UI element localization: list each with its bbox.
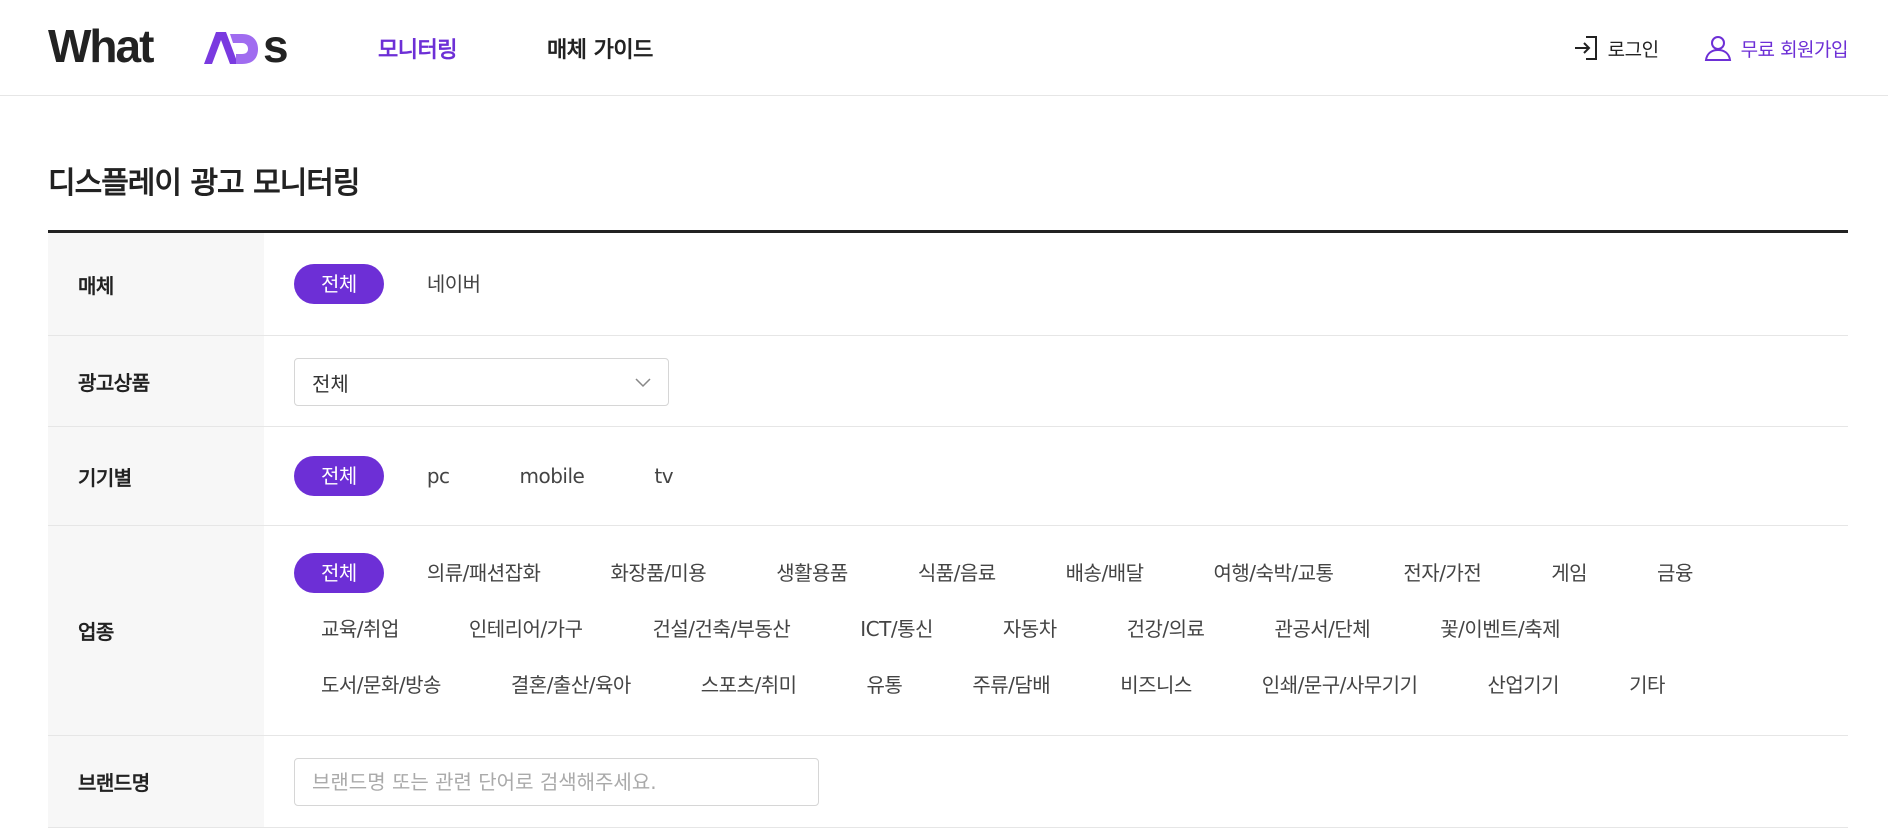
login-link[interactable]: 로그인: [1572, 34, 1659, 62]
industry-chip[interactable]: 산업기기: [1460, 665, 1586, 705]
main-nav: 모니터링 매체 가이드: [378, 0, 653, 96]
filter-label-device: 기기별: [48, 427, 264, 525]
industry-chip[interactable]: 화장품/미용: [583, 553, 733, 593]
nav-media-guide[interactable]: 매체 가이드: [547, 32, 653, 64]
industry-chip[interactable]: 생활용품: [749, 553, 875, 593]
media-chip-all[interactable]: 전체: [294, 264, 384, 304]
user-icon: [1704, 36, 1731, 61]
login-icon: [1574, 36, 1597, 60]
industry-chip[interactable]: 스포츠/취미: [674, 665, 824, 705]
filter-label-industry: 업종: [48, 526, 264, 735]
industry-line-3: 도서/문화/방송 결혼/출산/육아 스포츠/취미 유통 주류/담배 비즈니스 인쇄/문구/사…: [294, 665, 1848, 705]
industry-chip[interactable]: 인쇄/문구/사무기기: [1235, 665, 1445, 705]
filter-row-media: 매체 전체 네이버: [48, 233, 1848, 336]
filter-table: 매체 전체 네이버 광고상품 전체 기기별 전체 pc mobile tv 업종…: [48, 230, 1848, 828]
industry-chip[interactable]: 금융: [1630, 553, 1720, 593]
svg-text:s: s: [263, 22, 289, 70]
ad-product-select[interactable]: 전체: [294, 358, 669, 406]
device-chip-tv[interactable]: tv: [627, 456, 700, 496]
signup-link[interactable]: 무료 회원가입: [1703, 33, 1849, 63]
login-label: 로그인: [1607, 38, 1659, 61]
filter-row-industry: 업종 전체 의류/패션잡화 화장품/미용 생활용품 식품/음료 배송/배달 여행/숙박/교통…: [48, 526, 1848, 736]
industry-chip[interactable]: 의류/패션잡화: [400, 553, 568, 593]
industry-chip[interactable]: 자동차: [976, 609, 1084, 649]
industry-line-1: 전체 의류/패션잡화 화장품/미용 생활용품 식품/음료 배송/배달 여행/숙박/교통 전자/…: [294, 553, 1848, 593]
industry-chip[interactable]: 주류/담배: [945, 665, 1077, 705]
industry-chip[interactable]: 인테리어/가구: [442, 609, 610, 649]
industry-chip[interactable]: 결혼/출산/육아: [484, 665, 658, 705]
header: What s 모니터링 매체 가이드 로그인 무료 회원가입: [0, 0, 1888, 96]
media-chip-naver[interactable]: 네이버: [400, 264, 508, 304]
whatads-logo[interactable]: What s: [48, 22, 293, 70]
industry-chip[interactable]: 건강/의료: [1100, 609, 1232, 649]
filter-label-ad-product: 광고상품: [48, 336, 264, 426]
industry-chip[interactable]: 비즈니스: [1093, 665, 1219, 705]
industry-chip[interactable]: 유통: [840, 665, 930, 705]
device-chip-all[interactable]: 전체: [294, 456, 384, 496]
industry-chip[interactable]: 도서/문화/방송: [294, 665, 468, 705]
industry-chip[interactable]: 식품/음료: [891, 553, 1023, 593]
industry-line-2: 교육/취업 인테리어/가구 건설/건축/부동산 ICT/통신 자동차 건강/의료 관공서/단…: [294, 609, 1848, 649]
device-chip-mobile[interactable]: mobile: [493, 456, 612, 496]
brand-search-input[interactable]: [294, 758, 819, 806]
nav-monitoring[interactable]: 모니터링: [378, 32, 457, 64]
logo-mark: What s: [48, 22, 289, 70]
svg-text:What: What: [48, 22, 154, 70]
filter-label-media: 매체: [48, 233, 264, 335]
filter-row-brand: 브랜드명: [48, 736, 1848, 828]
industry-chip[interactable]: 건설/건축/부동산: [625, 609, 817, 649]
filter-row-ad-product: 광고상품 전체: [48, 336, 1848, 427]
industry-chip[interactable]: 관공서/단체: [1247, 609, 1397, 649]
user-utility: 로그인 무료 회원가입: [1572, 0, 1849, 96]
industry-chip[interactable]: 꽃/이벤트/축제: [1413, 609, 1587, 649]
ad-product-value: 전체: [312, 371, 349, 396]
industry-chip[interactable]: 여행/숙박/교통: [1187, 553, 1361, 593]
industry-chip[interactable]: 기타: [1602, 665, 1692, 705]
industry-chip[interactable]: 전자/가전: [1376, 553, 1508, 593]
chevron-down-icon: [635, 378, 651, 388]
page-title: 디스플레이 광고 모니터링: [48, 166, 360, 201]
signup-label: 무료 회원가입: [1740, 38, 1849, 61]
filter-label-brand: 브랜드명: [48, 736, 264, 827]
filter-row-device: 기기별 전체 pc mobile tv: [48, 427, 1848, 526]
industry-chip[interactable]: 게임: [1524, 553, 1614, 593]
device-chip-pc[interactable]: pc: [400, 456, 477, 496]
industry-chip[interactable]: 교육/취업: [294, 609, 426, 649]
industry-chip[interactable]: 배송/배달: [1039, 553, 1171, 593]
industry-chip[interactable]: 전체: [294, 553, 384, 593]
industry-chip[interactable]: ICT/통신: [833, 609, 960, 649]
